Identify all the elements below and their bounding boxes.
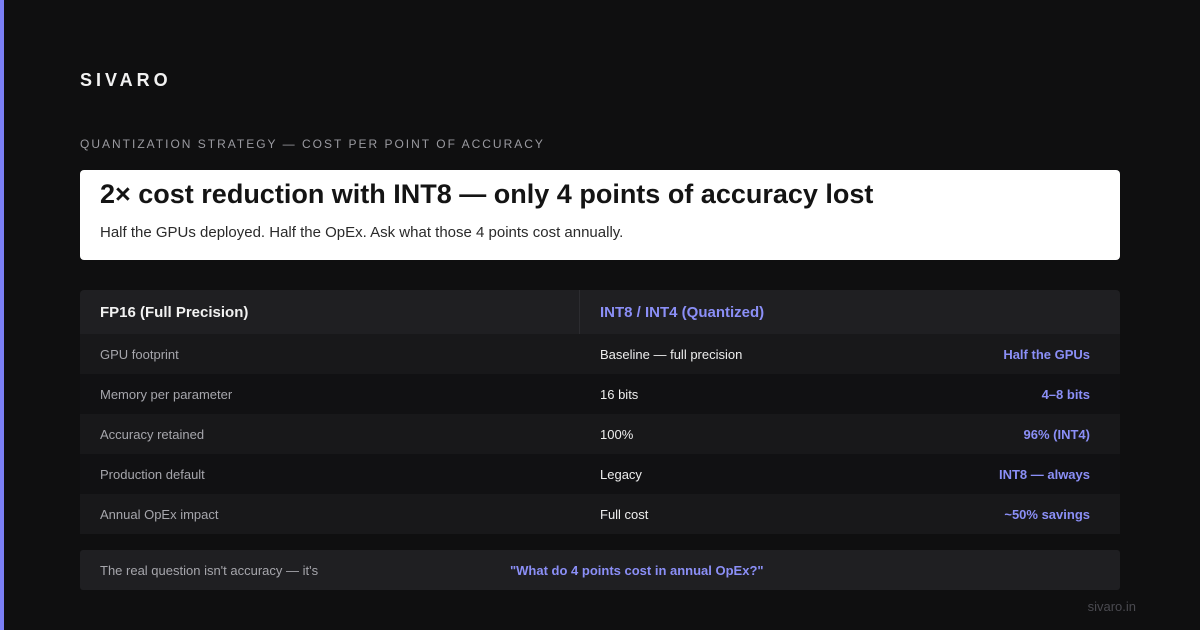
table-row: Annual OpEx impact Full cost ~50% saving…: [80, 494, 1120, 534]
brand-logo: SIVARO: [80, 70, 172, 90]
row-quantized-value: ~50% savings: [1004, 507, 1090, 522]
header-divider: [579, 290, 580, 334]
row-label: GPU footprint: [100, 347, 179, 362]
table-row: GPU footprint Baseline — full precision …: [80, 334, 1120, 374]
table-row: Production default Legacy INT8 — always: [80, 454, 1120, 494]
site-url: sivaro.in: [1087, 599, 1136, 614]
headline-card: 2× cost reduction with INT8 — only 4 poi…: [80, 170, 1120, 260]
row-baseline-value: Legacy: [600, 467, 642, 482]
row-label: Annual OpEx impact: [100, 507, 219, 522]
table-row: Memory per parameter 16 bits 4–8 bits: [80, 374, 1120, 414]
eyebrow-label: QUANTIZATION STRATEGY — COST PER POINT O…: [80, 137, 545, 151]
accent-bar: [0, 0, 4, 630]
header-fp16: FP16 (Full Precision): [100, 304, 249, 321]
row-baseline-value: 100%: [600, 427, 634, 442]
row-baseline-value: 16 bits: [600, 387, 639, 402]
header-quantized: INT8 / INT4 (Quantized): [600, 304, 765, 321]
row-label: Production default: [100, 467, 205, 482]
comparison-table: FP16 (Full Precision) INT8 / INT4 (Quant…: [80, 290, 1120, 534]
callout-quote: "What do 4 points cost in annual OpEx?": [510, 563, 764, 578]
slide: SIVARO QUANTIZATION STRATEGY — COST PER …: [0, 0, 1200, 630]
row-baseline-value: Full cost: [600, 507, 649, 522]
headline-subtitle: Half the GPUs deployed. Half the OpEx. A…: [100, 224, 624, 241]
row-quantized-value: Half the GPUs: [1003, 347, 1090, 362]
callout-lead: The real question isn't accuracy — it's: [100, 563, 319, 578]
row-label: Memory per parameter: [100, 387, 233, 402]
row-quantized-value: 96% (INT4): [1023, 427, 1090, 442]
row-quantized-value: INT8 — always: [998, 467, 1090, 482]
row-baseline-value: Baseline — full precision: [600, 347, 743, 362]
table-row: Accuracy retained 100% 96% (INT4): [80, 414, 1120, 454]
headline-title: 2× cost reduction with INT8 — only 4 poi…: [100, 179, 874, 209]
footer-callout: The real question isn't accuracy — it's …: [80, 550, 1120, 590]
row-label: Accuracy retained: [100, 427, 205, 442]
row-quantized-value: 4–8 bits: [1041, 387, 1090, 402]
table-header: FP16 (Full Precision) INT8 / INT4 (Quant…: [80, 290, 1120, 334]
